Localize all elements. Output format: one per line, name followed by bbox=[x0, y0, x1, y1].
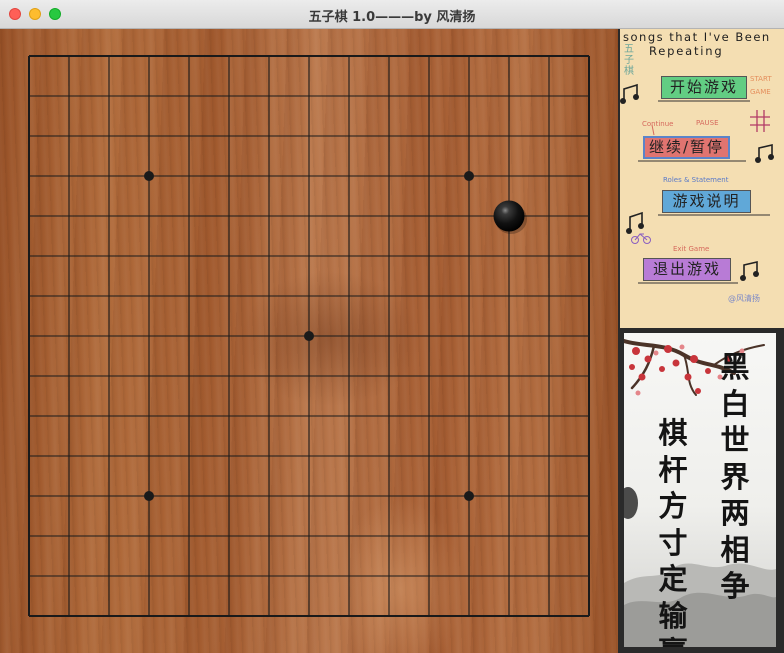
poem-panel: 黑白世界两相争 棋杆方寸定输赢 bbox=[624, 333, 776, 647]
star-point bbox=[464, 171, 474, 181]
start-game-button[interactable]: 开始游戏 bbox=[661, 76, 747, 99]
exit-game-hint: Exit Game bbox=[673, 245, 710, 253]
black-stone bbox=[493, 200, 525, 232]
star-point bbox=[144, 491, 154, 501]
author-signature: @风清扬 bbox=[728, 294, 760, 303]
menu-heading-line1: songs that I've Been bbox=[623, 30, 771, 44]
start-game-hint: START GAME bbox=[750, 75, 772, 96]
rules-hint: Roles & Statement bbox=[663, 176, 729, 184]
game-rules-button[interactable]: 游戏说明 bbox=[662, 190, 751, 213]
star-point bbox=[304, 331, 314, 341]
board-grid[interactable] bbox=[0, 29, 618, 653]
star-point bbox=[144, 171, 154, 181]
poem-left-column: 棋杆方寸定输赢 bbox=[658, 416, 688, 647]
continue-pause-button[interactable]: 继续/暂停 bbox=[643, 136, 730, 159]
logo-text: 五子棋 bbox=[624, 44, 634, 77]
star-point bbox=[464, 491, 474, 501]
continue-hint: Continue bbox=[642, 120, 674, 128]
pause-hint: PAUSE bbox=[696, 119, 719, 127]
game-window: 五子棋 1.0———by 风清扬 songs that I've Been Re… bbox=[0, 0, 784, 653]
window-title: 五子棋 1.0———by 风清扬 bbox=[308, 10, 476, 25]
menu-panel: songs that I've Been Repeating 五子棋 START… bbox=[620, 29, 784, 328]
title-bar[interactable]: 五子棋 1.0———by 风清扬 bbox=[0, 0, 784, 29]
poem-right-column: 黑白世界两相争 bbox=[720, 350, 750, 603]
menu-heading-line2: Repeating bbox=[649, 44, 724, 58]
game-board[interactable] bbox=[0, 29, 618, 653]
exit-game-button[interactable]: 退出游戏 bbox=[643, 258, 731, 281]
